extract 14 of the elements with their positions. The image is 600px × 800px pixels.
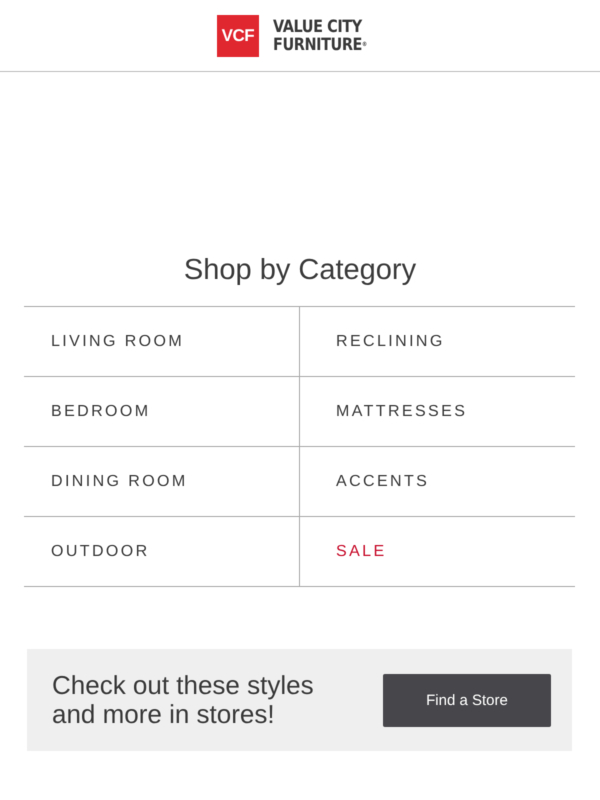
category-link[interactable]: RECLINING: [336, 332, 445, 350]
category-link[interactable]: OUTDOOR: [51, 542, 150, 560]
logo-mark[interactable]: VCF: [216, 14, 259, 56]
category-link[interactable]: ACCENTS: [336, 472, 430, 490]
category-link[interactable]: MATTRESSES: [336, 402, 468, 420]
section-title: Shop by Category: [182, 254, 418, 288]
logo-text[interactable]: VALUE CITY: [272, 18, 367, 36]
category-link[interactable]: BEDROOM: [51, 402, 150, 420]
category-link[interactable]: LIVING ROOM: [51, 332, 184, 350]
promo-text: Check out these styles and more in stores!: [52, 671, 315, 729]
category-link[interactable]: DINING ROOM: [51, 472, 188, 490]
logo-text[interactable]: FURNITURE$^{®}$: [272, 36, 367, 54]
find-store-button[interactable]: Find a Store: [383, 674, 551, 726]
category-link[interactable]: SALE: [336, 542, 387, 560]
